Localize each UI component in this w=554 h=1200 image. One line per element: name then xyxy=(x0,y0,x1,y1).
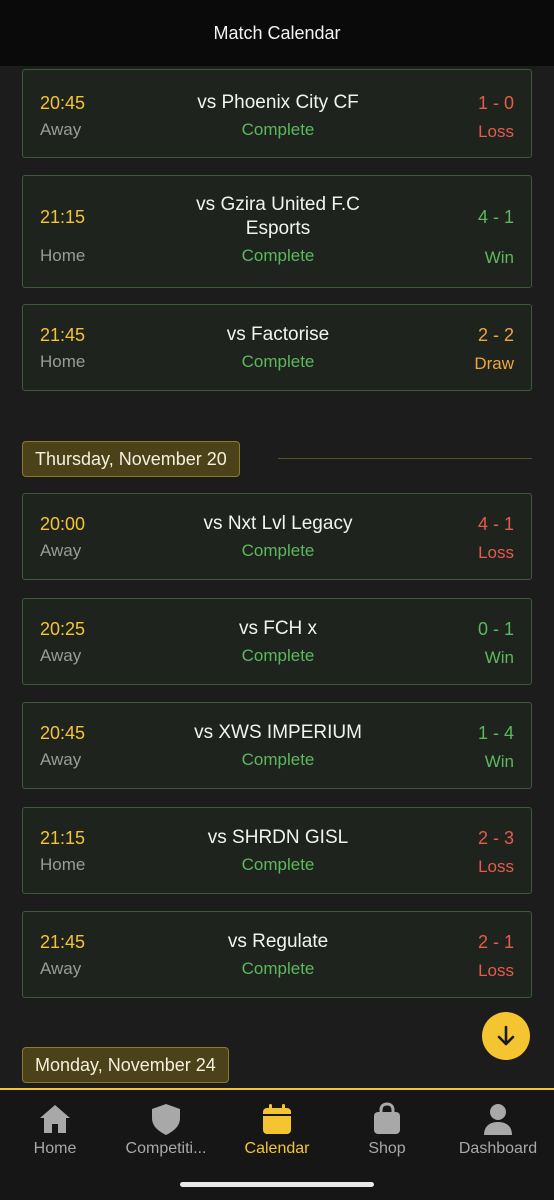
match-status: Complete xyxy=(241,246,315,265)
match-status: Complete xyxy=(241,352,315,371)
match-venue: Away xyxy=(40,541,82,560)
match-list[interactable]: 20:45 Away vs Phoenix City CF Complete 1… xyxy=(0,66,554,1088)
match-status: Complete xyxy=(241,120,315,139)
calendar-icon xyxy=(263,1104,291,1134)
match-card[interactable]: 20:45 Away vs XWS IMPERIUM Complete 1 - … xyxy=(22,702,532,789)
match-time: 21:15 xyxy=(40,207,86,227)
match-result: Loss xyxy=(478,961,514,980)
match-card[interactable]: 20:00 Away vs Nxt Lvl Legacy Complete 4 … xyxy=(22,493,532,580)
shield-icon xyxy=(152,1104,180,1135)
match-result: Loss xyxy=(478,543,514,562)
match-opponent: vs XWS IMPERIUM xyxy=(194,722,362,743)
match-time: 21:15 xyxy=(40,828,86,848)
match-score: 2 - 1 xyxy=(477,932,514,952)
tab-label: Shop xyxy=(368,1140,406,1157)
match-venue: Away xyxy=(40,959,82,978)
match-status: Complete xyxy=(241,959,315,978)
match-card[interactable]: 21:45 Home vs Factorise Complete 2 - 2 D… xyxy=(22,304,532,391)
user-icon xyxy=(484,1104,512,1135)
date-header: Monday, November 24 xyxy=(22,1047,229,1083)
match-venue: Home xyxy=(40,246,86,265)
match-opponent: vs Gzira United F.C Esports xyxy=(196,194,360,239)
home-icon xyxy=(40,1105,70,1133)
match-score: 4 - 1 xyxy=(477,514,514,534)
match-opponent: vs Phoenix City CF xyxy=(197,92,359,113)
shopping-bag-icon xyxy=(374,1102,400,1134)
match-time: 20:45 xyxy=(40,723,86,743)
match-result: Win xyxy=(484,752,514,771)
tab-label: Calendar xyxy=(244,1140,310,1157)
match-time: 21:45 xyxy=(40,932,86,952)
tab-label: Dashboard xyxy=(458,1140,538,1157)
match-result: Win xyxy=(484,248,514,267)
match-result: Loss xyxy=(478,122,514,141)
match-result: Win xyxy=(484,648,514,667)
match-card[interactable]: 20:45 Away vs Phoenix City CF Complete 1… xyxy=(22,69,532,158)
tab-home[interactable]: Home xyxy=(0,1102,110,1158)
match-status: Complete xyxy=(241,541,315,560)
date-header: Thursday, November 20 xyxy=(22,441,240,477)
match-score: 1 - 0 xyxy=(477,93,514,113)
match-opponent: vs SHRDN GISL xyxy=(207,827,349,848)
match-opponent: vs Nxt Lvl Legacy xyxy=(203,513,353,534)
match-card[interactable]: 21:45 Away vs Regulate Complete 2 - 1 Lo… xyxy=(22,911,532,998)
match-score: 2 - 2 xyxy=(477,325,514,345)
tab-label: Home xyxy=(33,1140,77,1157)
match-card[interactable]: 20:25 Away vs FCH x Complete 0 - 1 Win xyxy=(22,598,532,685)
match-opponent: vs FCH x xyxy=(238,618,318,639)
match-venue: Away xyxy=(40,750,82,769)
tab-competitions[interactable]: Competiti... xyxy=(111,1102,221,1158)
tab-label: Competiti... xyxy=(125,1140,207,1157)
page-title: Match Calendar xyxy=(213,22,341,43)
match-score: 0 - 1 xyxy=(477,619,514,639)
match-time: 21:45 xyxy=(40,325,86,345)
match-opponent: vs Regulate xyxy=(227,931,329,952)
match-score: 2 - 3 xyxy=(477,828,514,848)
match-result: Draw xyxy=(474,354,514,373)
match-time: 20:25 xyxy=(40,619,86,639)
match-venue: Away xyxy=(40,120,82,139)
tab-calendar[interactable]: Calendar xyxy=(222,1102,332,1158)
arrow-down-icon xyxy=(497,1025,515,1046)
match-result: Loss xyxy=(478,857,514,876)
tab-shop[interactable]: Shop xyxy=(332,1102,442,1158)
match-venue: Home xyxy=(40,855,86,874)
match-time: 20:45 xyxy=(40,93,86,113)
match-status: Complete xyxy=(241,855,315,874)
match-card[interactable]: 21:15 Home vs Gzira United F.C Esports C… xyxy=(22,175,532,288)
date-divider xyxy=(278,458,532,459)
match-time: 20:00 xyxy=(40,514,86,534)
home-indicator xyxy=(180,1182,374,1187)
match-opponent: vs Factorise xyxy=(226,324,330,345)
match-score: 4 - 1 xyxy=(477,207,514,227)
match-score: 1 - 4 xyxy=(477,723,514,743)
tab-dashboard[interactable]: Dashboard xyxy=(443,1102,553,1158)
top-bar: Match Calendar xyxy=(0,0,554,66)
match-card[interactable]: 21:15 Home vs SHRDN GISL Complete 2 - 3 … xyxy=(22,807,532,894)
match-venue: Away xyxy=(40,646,82,665)
scroll-down-button[interactable] xyxy=(482,1012,530,1060)
match-venue: Home xyxy=(40,352,86,371)
match-status: Complete xyxy=(241,646,315,665)
match-status: Complete xyxy=(241,750,315,769)
